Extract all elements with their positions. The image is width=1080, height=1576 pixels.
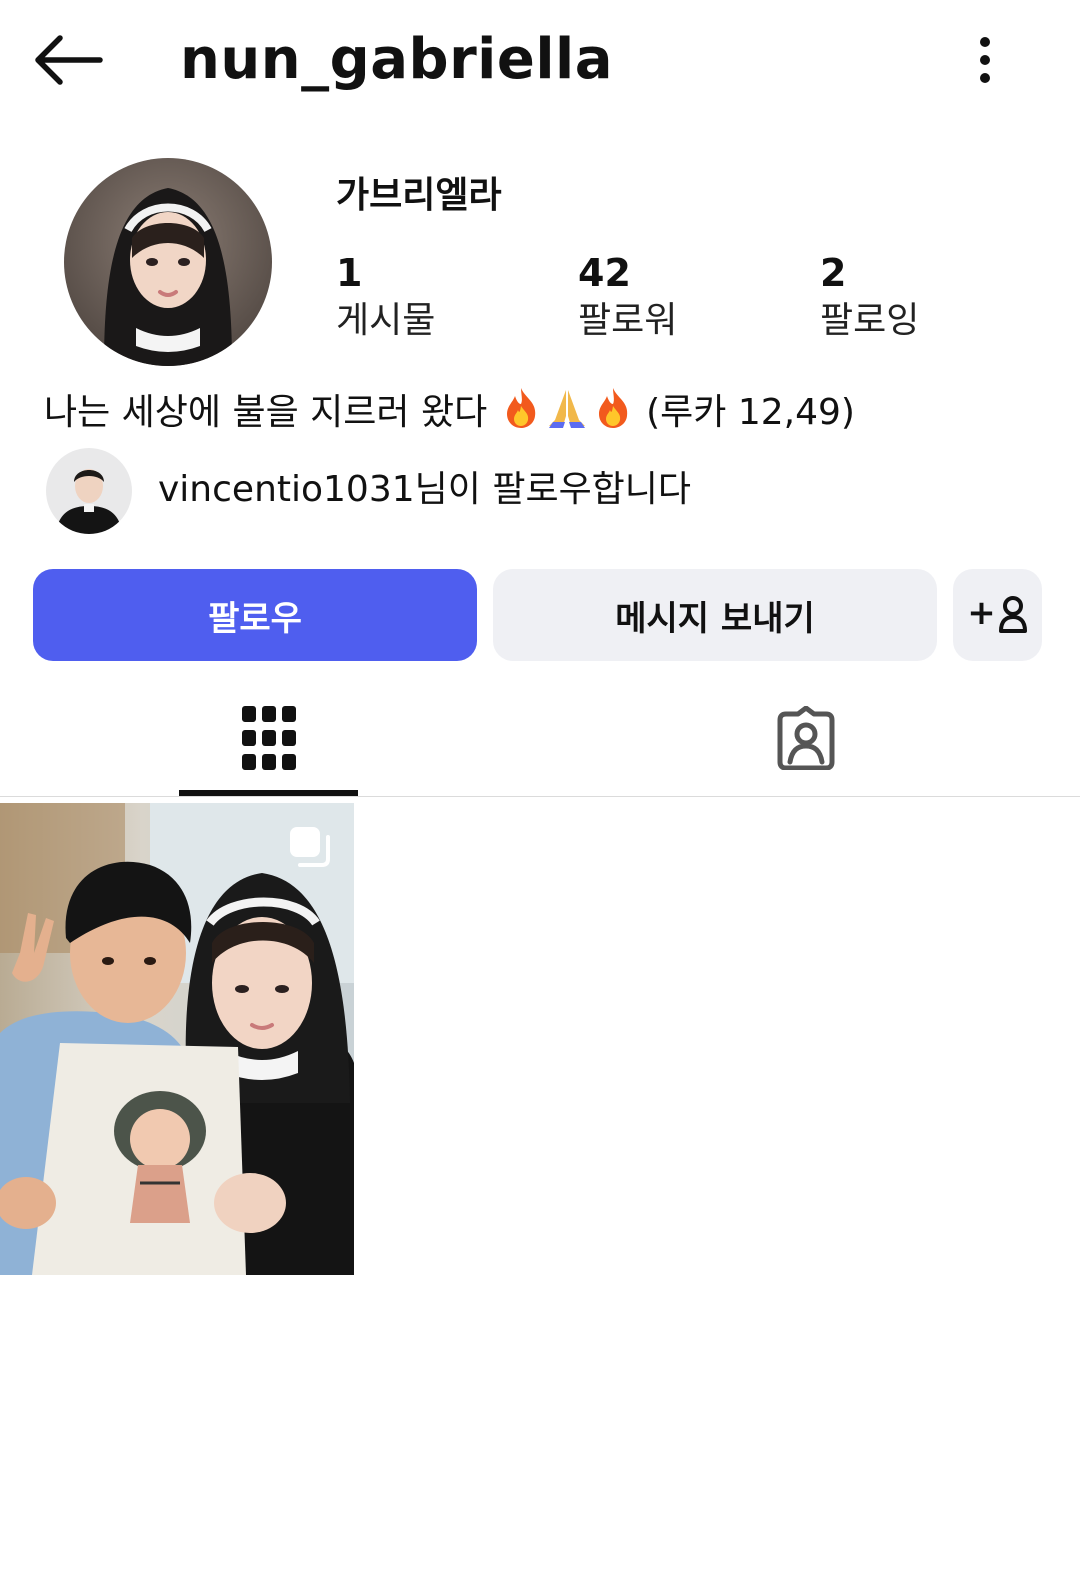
more-options-button[interactable] <box>960 30 1010 90</box>
posts-label: 게시물 <box>336 300 436 341</box>
bio-text: 나는 세상에 불을 지르러 왔다 <box>44 392 488 433</box>
active-tab-indicator <box>179 790 358 796</box>
add-user-icon <box>998 596 1027 633</box>
stat-posts[interactable]: 1 게시물 <box>336 250 435 346</box>
post-image <box>0 803 354 1275</box>
header-username: nun_gabriella <box>180 27 614 92</box>
post-thumbnail[interactable] <box>0 803 354 1275</box>
fire-emoji <box>593 386 633 445</box>
profile-tabs <box>0 680 1080 797</box>
praying-hands-emoji <box>545 386 589 445</box>
followed-by-row[interactable]: vincentio1031님이 팔로우합니다 <box>46 448 746 534</box>
tab-tagged[interactable] <box>716 680 895 796</box>
profile-avatar-image <box>64 158 272 366</box>
back-button[interactable] <box>30 30 106 90</box>
following-count: 2 <box>820 251 847 295</box>
display-name: 가브리엘라 <box>336 175 502 216</box>
follow-button[interactable]: 팔로우 <box>33 569 477 661</box>
following-label: 팔로잉 <box>820 300 920 341</box>
add-user-button[interactable]: + <box>953 569 1042 661</box>
add-user-plus: + <box>967 593 996 633</box>
multi-photo-icon <box>290 827 330 867</box>
posts-count: 1 <box>336 251 363 295</box>
followers-count: 42 <box>578 251 631 295</box>
app-header: nun_gabriella <box>0 0 1080 120</box>
follower-avatar <box>46 448 132 534</box>
tagged-person-icon <box>777 706 834 770</box>
bio-reference: (루카 12,49) <box>646 392 855 433</box>
fire-emoji <box>501 386 541 445</box>
profile-avatar[interactable] <box>64 158 272 366</box>
arrow-left-icon <box>35 35 103 85</box>
tab-posts-grid[interactable] <box>179 680 358 796</box>
profile-bio: 나는 세상에 불을 지르러 왔다 (루카 12,49) <box>44 386 855 445</box>
more-vertical-icon <box>980 37 990 83</box>
followed-by-text: vincentio1031님이 팔로우합니다 <box>158 469 692 510</box>
stat-followers[interactable]: 42 팔로워 <box>578 250 677 346</box>
followers-label: 팔로워 <box>578 300 678 341</box>
stat-following[interactable]: 2 팔로잉 <box>820 250 919 346</box>
message-button[interactable]: 메시지 보내기 <box>493 569 937 661</box>
grid-icon <box>241 706 296 770</box>
